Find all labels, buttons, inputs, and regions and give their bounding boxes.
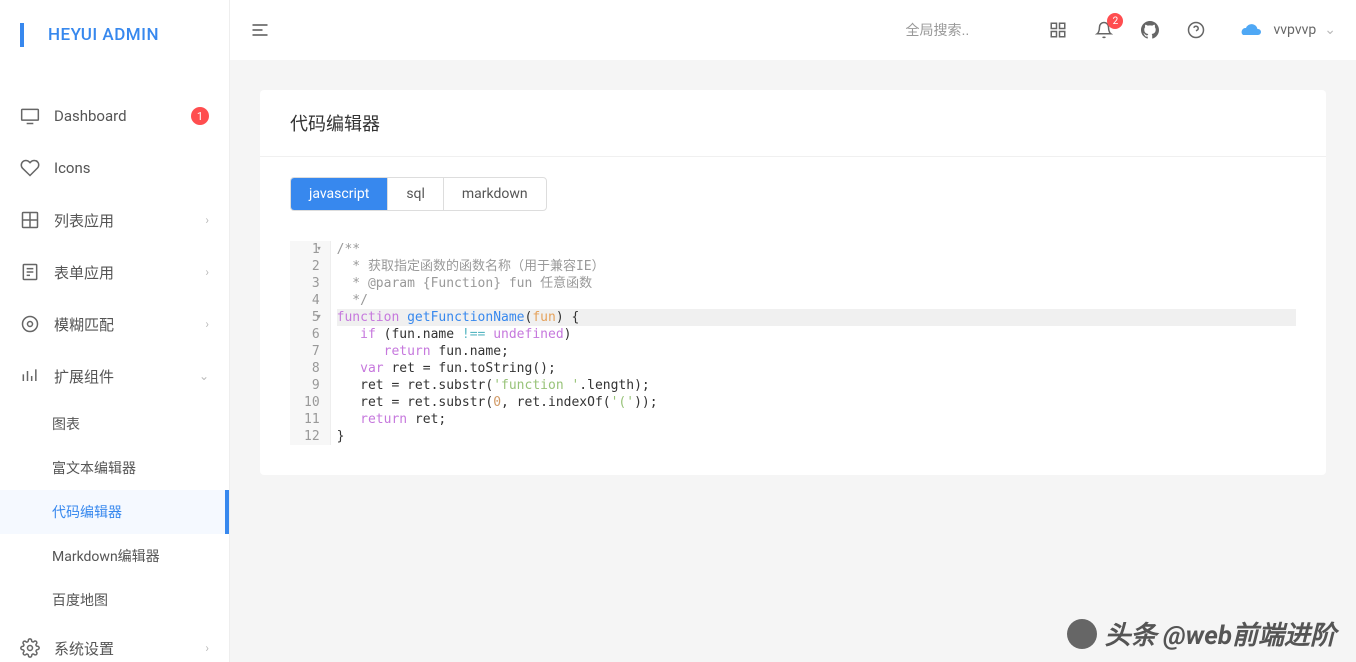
sidebar-item-fuzzy[interactable]: 模糊匹配 › — [0, 298, 229, 350]
sidebar-item-dashboard[interactable]: Dashboard 1 — [0, 90, 229, 142]
target-icon — [20, 314, 40, 334]
card: 代码编辑器 javascript sql markdown 1234567891… — [260, 90, 1326, 475]
apps-icon[interactable] — [1049, 21, 1067, 39]
sidebar-sub-label: Markdown编辑器 — [52, 546, 160, 566]
sidebar-sub-chart[interactable]: 图表 — [0, 402, 229, 446]
menu-toggle-icon[interactable] — [250, 20, 270, 40]
page-title: 代码编辑器 — [260, 90, 1326, 157]
code-area[interactable]: /** * 获取指定函数的函数名称（用于兼容IE） * @param {Func… — [331, 241, 1296, 445]
notification-badge: 2 — [1107, 13, 1123, 29]
card-body: javascript sql markdown 123456789101112 … — [260, 157, 1326, 475]
tab-javascript[interactable]: javascript — [291, 178, 388, 210]
sidebar-item-list-app[interactable]: 列表应用 › — [0, 194, 229, 246]
sidebar-sub-richtext[interactable]: 富文本编辑器 — [0, 446, 229, 490]
user-menu[interactable]: vvpvvp ⌄ — [1239, 22, 1336, 38]
sidebar-item-label: Dashboard — [54, 107, 191, 125]
sidebar-item-settings[interactable]: 系统设置 › — [0, 622, 229, 662]
sidebar-sub-markdown[interactable]: Markdown编辑器 — [0, 534, 229, 578]
gear-icon — [20, 638, 40, 658]
badge: 1 — [191, 107, 209, 125]
logo-text: HEYUI ADMIN — [48, 25, 159, 45]
search-input[interactable] — [905, 22, 1005, 38]
username: vvpvvp — [1273, 22, 1316, 38]
sidebar-item-label: 模糊匹配 — [54, 314, 205, 335]
chevron-right-icon: › — [205, 265, 209, 279]
sidebar-item-label: 系统设置 — [54, 638, 205, 659]
sidebar-item-label: 列表应用 — [54, 210, 205, 231]
sidebar-sub-code-editor[interactable]: 代码编辑器 — [0, 490, 229, 534]
chevron-down-icon: ⌄ — [199, 369, 209, 383]
cloud-icon — [1239, 22, 1263, 38]
chevron-right-icon: › — [205, 317, 209, 331]
app-root: HEYUI ADMIN Dashboard 1 Icons 列表应用 › 表单应… — [0, 0, 1356, 662]
sidebar: HEYUI ADMIN Dashboard 1 Icons 列表应用 › 表单应… — [0, 0, 230, 662]
sidebar-sub-label: 百度地图 — [52, 590, 108, 610]
bars-icon — [20, 366, 40, 386]
github-icon[interactable] — [1141, 21, 1159, 39]
sidebar-item-label: 扩展组件 — [54, 366, 199, 387]
code-editor[interactable]: 123456789101112 /** * 获取指定函数的函数名称（用于兼容IE… — [290, 241, 1296, 445]
grid-icon — [20, 210, 40, 230]
sidebar-sub-baidu-map[interactable]: 百度地图 — [0, 578, 229, 622]
content: 代码编辑器 javascript sql markdown 1234567891… — [230, 60, 1356, 662]
logo[interactable]: HEYUI ADMIN — [0, 0, 229, 70]
logo-bar — [20, 23, 24, 47]
sidebar-nav: Dashboard 1 Icons 列表应用 › 表单应用 › 模糊匹配 › — [0, 70, 229, 662]
monitor-icon — [20, 106, 40, 126]
sidebar-item-label: Icons — [54, 159, 209, 177]
heart-icon — [20, 158, 40, 178]
sidebar-sub-label: 富文本编辑器 — [52, 458, 136, 478]
help-icon[interactable] — [1187, 21, 1205, 39]
sidebar-sub-label: 图表 — [52, 414, 80, 434]
main: 2 vvpvvp ⌄ 代码编辑器 javascript sql markdown — [230, 0, 1356, 662]
gutter: 123456789101112 — [290, 241, 331, 445]
sidebar-item-icons[interactable]: Icons — [0, 142, 229, 194]
chevron-down-icon: ⌄ — [1324, 22, 1336, 38]
bell-icon[interactable]: 2 — [1095, 21, 1113, 39]
tab-markdown[interactable]: markdown — [444, 178, 546, 210]
chevron-right-icon: › — [205, 213, 209, 227]
sidebar-item-label: 表单应用 — [54, 262, 205, 283]
form-icon — [20, 262, 40, 282]
tabs: javascript sql markdown — [290, 177, 547, 211]
sidebar-item-form-app[interactable]: 表单应用 › — [0, 246, 229, 298]
header: 2 vvpvvp ⌄ — [230, 0, 1356, 60]
sidebar-item-extensions[interactable]: 扩展组件 ⌄ — [0, 350, 229, 402]
chevron-right-icon: › — [205, 641, 209, 655]
tab-sql[interactable]: sql — [388, 178, 444, 210]
sidebar-sub-label: 代码编辑器 — [52, 502, 122, 522]
